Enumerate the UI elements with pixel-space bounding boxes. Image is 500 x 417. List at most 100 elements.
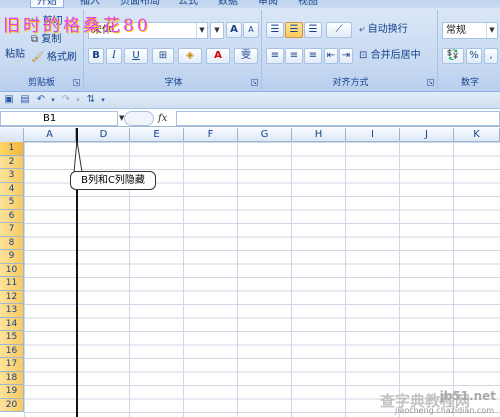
italic-button[interactable]: I — [106, 48, 122, 64]
formula-bar-handle[interactable] — [124, 111, 154, 126]
number-group-label: 数字 — [460, 78, 479, 88]
column-header-e[interactable]: E — [130, 128, 184, 142]
row-header[interactable]: 17 — [0, 358, 24, 372]
underline-button[interactable]: U — [124, 48, 148, 64]
row-header[interactable]: 10 — [0, 263, 24, 277]
row-header[interactable]: 18 — [0, 371, 24, 385]
row-header[interactable]: 15 — [0, 331, 24, 345]
column-header-h[interactable]: H — [292, 128, 346, 142]
redo-icon[interactable]: ↷ — [60, 94, 72, 106]
alignment-group: ☰ ☰ ☰ ⟋ ⤶ 自动换行 ≡ ≡ ≡ ⇤ ⇥ ⊡ 合并后居中 对齐方式 ↘ — [264, 10, 438, 90]
font-color-button[interactable]: A — [206, 48, 230, 64]
row-header[interactable]: 4 — [0, 182, 24, 196]
currency-button[interactable]: 💱 — [442, 48, 464, 64]
column-header-g[interactable]: G — [238, 128, 292, 142]
paste-button[interactable]: 粘贴 — [4, 42, 26, 68]
row-header[interactable]: 7 — [0, 223, 24, 237]
clipboard-launcher-icon[interactable]: ↘ — [73, 79, 80, 86]
wrap-text-button[interactable]: ⤶ 自动换行 — [358, 22, 436, 38]
merge-center-button[interactable]: ⊡ 合并后居中 — [358, 48, 436, 64]
row-header[interactable]: 5 — [0, 196, 24, 210]
row-header[interactable]: 16 — [0, 344, 24, 358]
row-header[interactable]: 2 — [0, 155, 24, 169]
customize-toolbar-icon[interactable]: ▾ — [97, 94, 109, 106]
paint-bucket-icon: ◈ — [186, 50, 194, 61]
gridline — [399, 142, 400, 417]
redo-dropdown-icon[interactable]: ▾ — [72, 94, 84, 106]
gridline — [183, 142, 184, 417]
alignment-launcher-icon[interactable]: ↘ — [427, 79, 434, 86]
column-header-f[interactable]: F — [184, 128, 238, 142]
row-header[interactable]: 9 — [0, 250, 24, 264]
row-header[interactable]: 13 — [0, 304, 24, 318]
row-header[interactable]: 1 — [0, 142, 24, 156]
align-left-icon: ≡ — [270, 50, 280, 61]
align-bottom-icon: ☰ — [308, 24, 318, 35]
row-header[interactable]: 19 — [0, 385, 24, 399]
save-icon[interactable]: ▣ — [3, 94, 15, 106]
format-painter-button[interactable]: 🖌 格式刷 — [30, 50, 82, 66]
percent-button[interactable]: % — [466, 48, 482, 64]
align-center-button[interactable]: ≡ — [285, 48, 303, 64]
column-header-k[interactable]: K — [454, 128, 500, 142]
select-all-corner[interactable] — [0, 128, 24, 142]
print-icon[interactable]: ▤ — [19, 94, 31, 106]
align-left-button[interactable]: ≡ — [266, 48, 284, 64]
align-middle-button[interactable]: ☰ — [285, 22, 303, 38]
callout-pointer — [73, 140, 83, 173]
sort-icon[interactable]: ⇅ — [85, 94, 97, 106]
undo-dropdown-icon[interactable]: ▾ — [47, 94, 59, 106]
formula-input[interactable] — [176, 111, 500, 126]
name-box[interactable]: B1 — [0, 111, 118, 126]
insert-function-button[interactable]: fx — [158, 111, 174, 126]
tab-insert[interactable]: 插入 — [80, 0, 100, 8]
bold-button[interactable]: B — [88, 48, 104, 64]
align-top-button[interactable]: ☰ — [266, 22, 284, 38]
column-header-i[interactable]: I — [346, 128, 400, 142]
align-right-button[interactable]: ≡ — [304, 48, 322, 64]
row-header[interactable]: 8 — [0, 236, 24, 250]
merge-center-label: 合并后居中 — [370, 50, 421, 61]
formula-bar: B1 ▼ fx — [0, 110, 500, 127]
undo-icon[interactable]: ↶ — [35, 94, 47, 106]
number-format-combo[interactable]: 常规 ▼ — [442, 22, 498, 39]
tab-view[interactable]: 视图 — [298, 0, 318, 8]
font-launcher-icon[interactable]: ↘ — [251, 79, 258, 86]
row-header[interactable]: 6 — [0, 209, 24, 223]
tab-review[interactable]: 审阅 — [258, 0, 278, 8]
phonetic-button[interactable]: 雯 — [234, 48, 258, 64]
indent-icon: ⇥ — [341, 50, 351, 61]
tab-home[interactable]: 开始 — [30, 0, 64, 8]
hidden-columns-callout: B列和C列隐藏 — [70, 171, 156, 190]
tab-page-layout[interactable]: 页面布局 — [120, 0, 160, 8]
align-right-icon: ≡ — [308, 50, 318, 61]
row-header[interactable]: 20 — [0, 398, 24, 412]
orientation-button[interactable]: ⟋ — [326, 22, 352, 38]
font-size-combo[interactable]: ▼ — [210, 22, 224, 39]
chevron-down-icon: ▼ — [486, 23, 497, 38]
watermark-url: jiaocheng.chazidian.com — [394, 406, 494, 415]
row-header[interactable]: 12 — [0, 290, 24, 304]
column-header-j[interactable]: J — [400, 128, 454, 142]
row-header[interactable]: 3 — [0, 169, 24, 183]
align-middle-icon: ☰ — [289, 24, 299, 35]
decrease-indent-button[interactable]: ⇤ — [324, 48, 338, 64]
align-top-icon: ☰ — [270, 24, 280, 35]
grow-font-button[interactable]: A — [226, 22, 242, 38]
tab-formulas[interactable]: 公式 — [178, 0, 198, 8]
clipboard-group-label: 剪贴板 — [27, 78, 55, 88]
comma-button[interactable]: , — [484, 48, 498, 64]
shrink-font-button[interactable]: A — [243, 22, 259, 38]
row-header[interactable]: 11 — [0, 277, 24, 291]
row-headers: 1 2 3 4 5 6 7 8 9 10 11 12 13 14 15 16 17 18 19 20 — [0, 142, 24, 417]
gridline — [345, 142, 346, 417]
borders-button[interactable]: ⊞ — [152, 48, 174, 64]
increase-indent-button[interactable]: ⇥ — [339, 48, 353, 64]
borders-icon: ⊞ — [158, 50, 168, 61]
tab-data[interactable]: 数据 — [218, 0, 238, 8]
font-color-label: A — [214, 50, 222, 61]
row-header[interactable]: 14 — [0, 317, 24, 331]
orientation-icon: ⟋ — [335, 24, 343, 35]
align-bottom-button[interactable]: ☰ — [304, 22, 322, 38]
fill-color-button[interactable]: ◈ — [178, 48, 202, 64]
